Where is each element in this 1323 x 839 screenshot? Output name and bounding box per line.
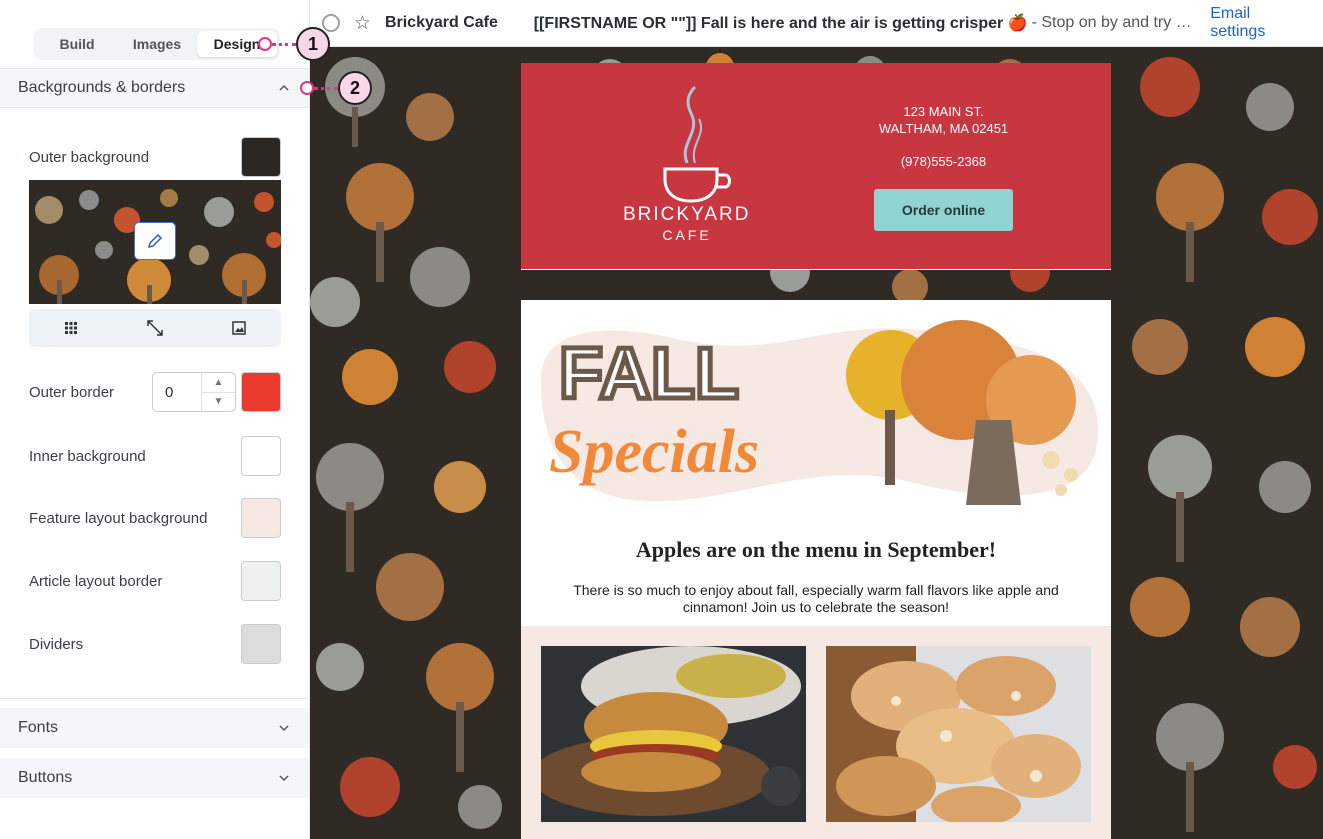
section-title: Backgrounds & borders: [18, 79, 186, 96]
dividers-swatch[interactable]: [241, 624, 281, 664]
brand-name: BRICKYARD: [623, 204, 751, 225]
outer-border-value[interactable]: 0: [153, 373, 201, 411]
section-fonts[interactable]: Fonts: [0, 708, 309, 748]
croissant-sandwich-photo: [541, 646, 806, 822]
chevron-up-icon: [279, 84, 289, 91]
image-icon[interactable]: [231, 320, 247, 336]
expand-icon[interactable]: [146, 319, 164, 337]
tab-build[interactable]: Build: [37, 31, 117, 57]
outer-background-row: Outer background: [29, 137, 281, 177]
design-sidebar: Build Images Design Backgrounds & border…: [0, 0, 310, 839]
article-layout-border-row: Article layout border: [29, 561, 281, 601]
outer-background-label: Outer background: [29, 148, 150, 166]
email-settings-link[interactable]: Email settings: [1210, 5, 1309, 41]
inbox-preview-bar: ☆ Brickyard Cafe [[FIRSTNAME OR ""]] Fal…: [310, 0, 1323, 47]
article-headline: Apples are on the menu in September!: [635, 537, 997, 562]
callout-2: 2: [338, 71, 372, 105]
hero-title-specials: Specials: [549, 418, 759, 486]
section-divider: [0, 698, 309, 699]
pencil-icon: [147, 233, 163, 249]
tab-images[interactable]: Images: [117, 31, 197, 57]
background-image-preview: [29, 180, 281, 304]
callout-2-anchor: [300, 81, 314, 95]
edit-background-image-button[interactable]: [134, 222, 176, 260]
feature-layout-background-row: Feature layout background: [29, 498, 281, 538]
article-layout-border-label: Article layout border: [29, 572, 163, 590]
section-backgrounds-borders[interactable]: Backgrounds & borders: [0, 68, 309, 108]
chevron-down-icon: [279, 775, 289, 782]
feature-layout-background-swatch[interactable]: [241, 498, 281, 538]
section-title: Fonts: [18, 719, 59, 736]
fall-specials-hero-image: FALL Specials: [541, 320, 1099, 505]
increment-icon[interactable]: ▲: [202, 373, 235, 393]
inner-background-row: Inner background: [29, 436, 281, 476]
email-body: FALL Specials Apples are on the menu in …: [521, 300, 1111, 839]
dividers-row: Dividers: [29, 624, 281, 664]
outer-background-swatch[interactable]: [241, 137, 281, 177]
stepper-arrows: ▲ ▼: [201, 373, 235, 411]
section-buttons[interactable]: Buttons: [0, 758, 309, 798]
callout-1-anchor: [258, 37, 272, 51]
sender-name: Brickyard Cafe: [384, 14, 498, 31]
panel-tabs: Build Images Design: [34, 28, 280, 60]
outer-border-swatch[interactable]: [241, 372, 281, 412]
article-layout-border-swatch[interactable]: [241, 561, 281, 601]
outer-border-label: Outer border: [29, 383, 115, 401]
background-image-tools: [29, 309, 281, 347]
coffee-cup-logo: [663, 85, 731, 203]
outer-border-row: Outer border 0 ▲ ▼: [29, 372, 281, 412]
apple-pastry-photo: [826, 646, 1091, 822]
grid-tile-icon[interactable]: [63, 320, 79, 336]
address-line-1: 123 MAIN ST.: [903, 104, 984, 119]
preview-text: - Stop on by and try …: [1031, 14, 1192, 31]
callout-2-line: [314, 87, 338, 90]
outer-border-stepper[interactable]: 0 ▲ ▼: [152, 372, 236, 412]
order-online-button[interactable]: Order online: [874, 189, 1013, 231]
address-block: 123 MAIN ST. WALTHAM, MA 02451: [871, 103, 1016, 137]
star-icon[interactable]: ☆: [354, 12, 371, 35]
outer-border-controls: 0 ▲ ▼: [152, 372, 281, 412]
email-header: BRICKYARD CAFE 123 MAIN ST. WALTHAM, MA …: [521, 63, 1111, 270]
article-paragraph: There is so much to enjoy about fall, es…: [573, 582, 1059, 615]
inner-background-swatch[interactable]: [241, 436, 281, 476]
decrement-icon[interactable]: ▼: [202, 393, 235, 412]
chevron-down-icon: [279, 725, 289, 732]
select-radio[interactable]: [322, 14, 340, 32]
subject-line: [[FIRSTNAME OR ""]] Fall is here and the…: [533, 15, 1028, 32]
feature-layout: [521, 626, 1111, 839]
callout-1-line: [272, 43, 296, 46]
email-canvas: BRICKYARD CAFE 123 MAIN ST. WALTHAM, MA …: [310, 47, 1323, 839]
feature-layout-background-label: Feature layout background: [29, 509, 208, 527]
section-title: Buttons: [18, 769, 73, 786]
phone-number: (978)555-2368: [900, 154, 987, 169]
callout-1: 1: [296, 27, 330, 61]
address-line-2: WALTHAM, MA 02451: [878, 121, 1009, 136]
dividers-label: Dividers: [29, 635, 84, 653]
brand-subtitle: CAFE: [662, 227, 712, 243]
hero-title-fall: FALL: [559, 334, 739, 414]
inner-background-label: Inner background: [29, 447, 146, 465]
